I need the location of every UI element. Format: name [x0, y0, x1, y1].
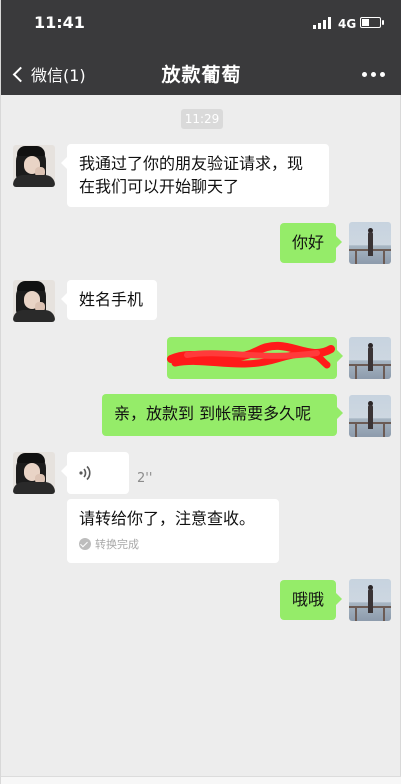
signal-icon [313, 17, 333, 29]
contact-avatar[interactable] [13, 145, 55, 187]
status-bar: 11:41 4G [1, 0, 401, 50]
my-avatar[interactable] [349, 579, 391, 621]
contact-avatar[interactable] [13, 452, 55, 494]
transcript-text: 请转给你了，注意查收。 [79, 509, 256, 528]
network-type: 4G [338, 17, 357, 31]
my-avatar[interactable] [349, 395, 391, 437]
my-avatar[interactable] [349, 337, 391, 379]
message-text-line: 在我们可以开始聊天了 [79, 177, 240, 196]
battery-level [362, 19, 370, 26]
input-bar-edge [1, 776, 401, 784]
redaction-scribble [167, 341, 335, 369]
transcript-status: 转换完成 [79, 536, 267, 552]
wechat-chat-screen: 11:41 4G 微信(1) 放款葡萄 11:29 我通过了你的朋友验证请求，现… [0, 0, 401, 784]
message-text: 姓名手机 [79, 290, 144, 309]
message-bubble-outgoing[interactable]: 亲，放款到 到帐需要多久呢 [102, 394, 343, 436]
check-circle-icon [79, 538, 91, 550]
more-dots-icon[interactable] [362, 72, 385, 77]
voice-wave-icon [79, 465, 91, 481]
message-bubble-outgoing[interactable]: 哦哦 [280, 580, 342, 620]
chat-title: 放款葡萄 [161, 64, 242, 86]
transcript-status-label: 转换完成 [95, 538, 139, 551]
message-text: 你好 [292, 233, 325, 252]
status-time: 11:41 [34, 13, 85, 32]
message-timestamp: 11:29 [181, 109, 223, 129]
voice-duration: 2'' [137, 471, 153, 486]
battery-icon [360, 17, 384, 28]
contact-avatar[interactable] [13, 280, 55, 322]
my-avatar[interactable] [349, 222, 391, 264]
message-text-line: 我通过了你的朋友验证请求，现 [79, 154, 304, 173]
message-text: 亲，放款到 到帐需要多久呢 [114, 404, 312, 423]
message-bubble-incoming[interactable]: 我通过了你的朋友验证请求，现 在我们可以开始聊天了 [61, 144, 329, 207]
message-bubble-outgoing[interactable]: 你好 [280, 223, 342, 263]
message-bubble-outgoing-redacted[interactable] [167, 337, 343, 379]
message-text: 哦哦 [292, 590, 325, 609]
nav-bar: 微信(1) 放款葡萄 [1, 50, 401, 95]
voice-transcript[interactable]: 请转给你了，注意查收。 转换完成 [67, 499, 279, 563]
message-bubble-incoming[interactable]: 姓名手机 [61, 280, 157, 320]
voice-message-bubble[interactable] [61, 452, 129, 494]
